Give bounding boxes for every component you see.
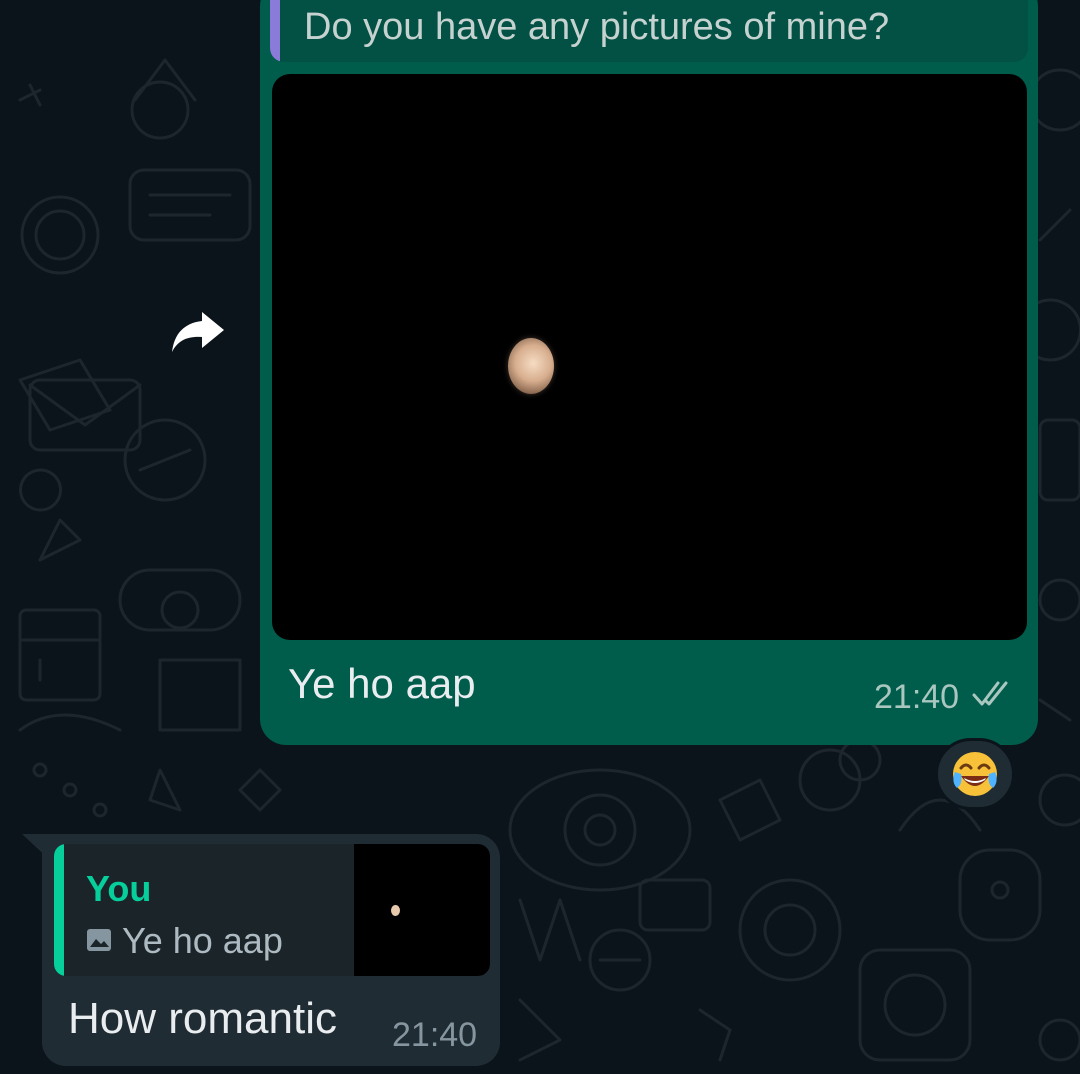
quote-accent-bar xyxy=(54,844,64,976)
message-reaction[interactable] xyxy=(935,738,1015,810)
laughing-tears-emoji-icon xyxy=(953,752,997,796)
quoted-photo-thumbnail xyxy=(354,844,490,976)
quoted-reply-text: Ye ho aap xyxy=(122,920,283,961)
quoted-sender: You xyxy=(86,868,152,909)
photo-caption: Ye ho aap xyxy=(288,660,476,707)
moon-thumbnail xyxy=(391,905,400,916)
incoming-message-bubble[interactable]: You Ye ho aap How romantic 21:40 xyxy=(42,834,500,1066)
message-text: How romantic xyxy=(68,994,337,1043)
message-timestamp: 21:40 xyxy=(392,1016,478,1054)
quoted-message[interactable]: Do you have any pictures of mine? xyxy=(270,0,1028,62)
quoted-reply[interactable]: You Ye ho aap xyxy=(54,844,490,976)
forward-icon[interactable] xyxy=(168,308,226,356)
image-icon xyxy=(87,929,111,951)
double-check-icon xyxy=(972,681,1008,706)
quote-accent-bar xyxy=(270,0,280,62)
outgoing-message-bubble[interactable]: Do you have any pictures of mine? Ye ho … xyxy=(260,0,1038,745)
message-photo[interactable] xyxy=(272,74,1027,640)
moon-image xyxy=(508,338,554,394)
message-timestamp: 21:40 xyxy=(874,678,960,716)
quoted-message-text: Do you have any pictures of mine? xyxy=(304,6,890,48)
